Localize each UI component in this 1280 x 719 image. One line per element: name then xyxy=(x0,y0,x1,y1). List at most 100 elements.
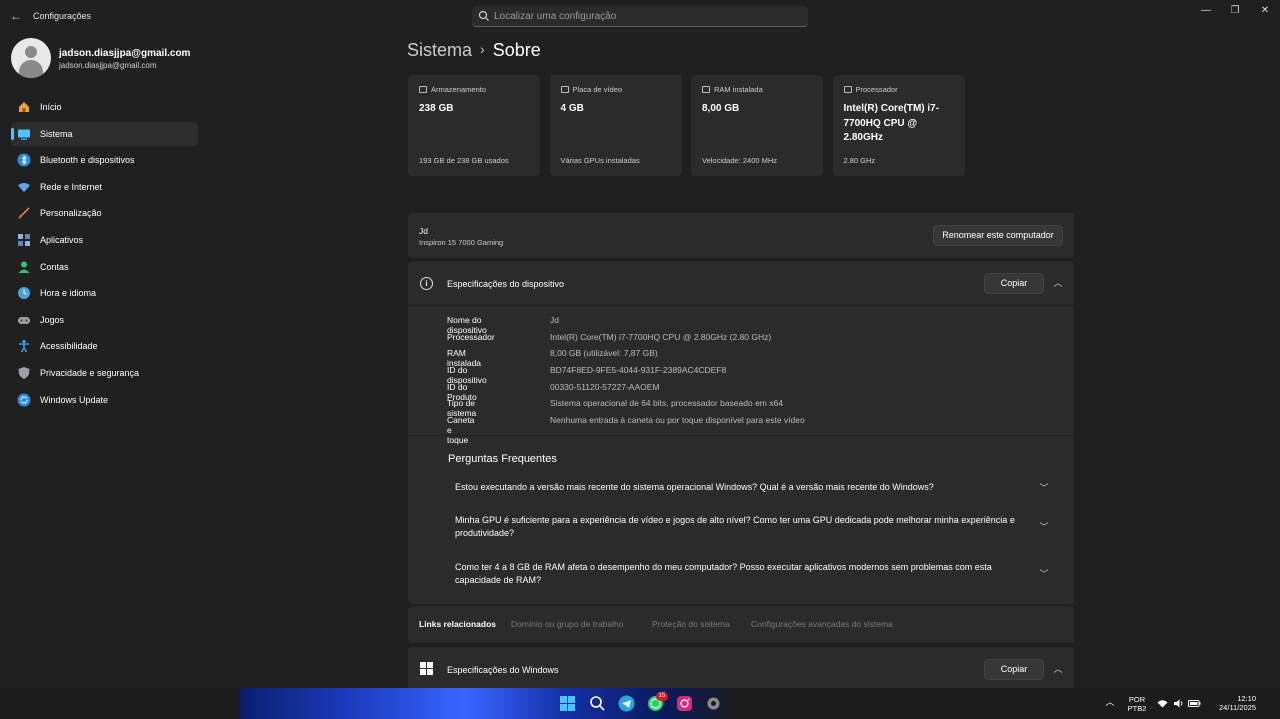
spec-label: Processador xyxy=(447,331,495,342)
spec-value: Jd xyxy=(550,315,559,325)
search-input[interactable] xyxy=(494,8,794,25)
ram-card[interactable]: RAM instalada 8,00 GB Velocidade: 2400 M… xyxy=(691,75,823,176)
storage-card[interactable]: Armazenamento 238 GB 193 GB de 238 GB us… xyxy=(408,75,540,176)
gpu-icon xyxy=(560,86,569,93)
app-title: Configurações xyxy=(33,11,92,21)
sidebar-item-label: Bluetooth e dispositivos xyxy=(40,155,135,166)
minimize-button[interactable]: — xyxy=(1196,4,1216,18)
spec-value: Sistema operacional de 64 bits, processa… xyxy=(550,398,783,409)
tray-overflow-chevron-icon[interactable]: ︿ xyxy=(1104,698,1116,707)
device-specs-header[interactable]: i Especificações do dispositivo Copiar ︿ xyxy=(408,261,1074,306)
sidebar-item-personalizacao[interactable]: Personalização xyxy=(11,201,198,225)
sidebar-item-label: Privacidade e segurança xyxy=(40,367,140,378)
battery-icon[interactable] xyxy=(1188,699,1201,708)
sidebar-item-label: Início xyxy=(40,102,62,112)
wifi-icon[interactable] xyxy=(1157,699,1168,708)
sidebar-nav: Início Sistema Bluetooth e dispositivos … xyxy=(11,95,198,414)
card-footer: 2.80 GHz xyxy=(843,156,876,165)
settings-gear-icon[interactable] xyxy=(705,695,722,712)
spec-value: 00330-51120-57227-AAOEM xyxy=(550,381,660,392)
cpu-icon xyxy=(843,86,852,93)
card-value: 4 GB xyxy=(560,103,584,114)
sidebar-item-label: Acessibilidade xyxy=(40,341,98,352)
clock-globe-icon xyxy=(18,287,30,300)
sidebar-item-bluetooth[interactable]: Bluetooth e dispositivos xyxy=(11,148,198,172)
maximize-button[interactable]: ❐ xyxy=(1225,4,1245,18)
chevron-up-icon[interactable]: ︿ xyxy=(1052,663,1064,675)
sidebar-item-hora-idioma[interactable]: Hora e idioma xyxy=(11,281,198,305)
gamepad-icon xyxy=(18,316,30,324)
computer-name-panel: Jd Inspiron 15 7000 Gaming Renomear este… xyxy=(408,213,1074,258)
card-value: Intel(R) Core(TM) i7-7700HQ CPU @ 2.80GH… xyxy=(843,103,940,143)
device-specs-panel: i Especificações do dispositivo Copiar ︿… xyxy=(408,261,1074,604)
chevron-down-icon[interactable]: ﹀ xyxy=(1038,520,1050,532)
computer-name: Jd xyxy=(419,226,428,236)
language-code: POR xyxy=(1128,695,1146,704)
sidebar-item-acessibilidade[interactable]: Acessibilidade xyxy=(11,334,198,358)
user-account[interactable]: jadson.diasjjpa@gmail.com jadson.diasjjp… xyxy=(11,38,201,78)
sidebar-item-label: Hora e idioma xyxy=(40,288,97,299)
spec-value: 8,00 GB (utilizável: 7,87 GB) xyxy=(550,348,658,359)
sidebar-item-windows-update[interactable]: Windows Update xyxy=(11,388,198,412)
copy-windows-specs-button[interactable]: Copiar xyxy=(984,659,1044,680)
card-footer: 193 GB de 238 GB usados xyxy=(419,156,509,165)
link-protecao-sistema[interactable]: Proteção do sistema xyxy=(652,619,729,629)
storage-icon xyxy=(419,86,427,93)
sidebar-item-label: Rede e Internet xyxy=(40,181,103,192)
faq-question[interactable]: Minha GPU é suficiente para a experiênci… xyxy=(455,514,1035,540)
card-heading: RAM instalada xyxy=(714,85,763,94)
cpu-card[interactable]: Processador Intel(R) Core(TM) i7-7700HQ … xyxy=(832,75,965,176)
sidebar-item-inicio[interactable]: Início xyxy=(11,95,198,119)
sidebar-item-jogos[interactable]: Jogos xyxy=(11,308,198,332)
spec-value: Nenhuma entrada à caneta ou por toque di… xyxy=(550,415,805,426)
sidebar-item-privacidade[interactable]: Privacidade e segurança xyxy=(11,361,198,385)
accounts-icon xyxy=(18,261,30,273)
sidebar-item-label: Personalização xyxy=(40,208,102,219)
card-heading: Armazenamento xyxy=(431,85,487,94)
chevron-down-icon[interactable]: ﹀ xyxy=(1038,567,1050,579)
link-dominio-grupo[interactable]: Domínio ou grupo de trabalho xyxy=(511,619,623,629)
taskbar: 15 ︿ POR PTB2 12:10 24/11/2025 xyxy=(0,688,1280,719)
back-arrow-icon[interactable]: ← xyxy=(8,8,24,24)
volume-icon[interactable] xyxy=(1173,699,1184,708)
close-button[interactable]: ✕ xyxy=(1255,4,1275,18)
spec-value: Intel(R) Core(TM) i7-7700HQ CPU @ 2.80GH… xyxy=(550,331,772,342)
clock-date: 24/11/2025 xyxy=(1219,703,1256,712)
breadcrumb-parent[interactable]: Sistema xyxy=(407,40,472,60)
computer-model: Inspiron 15 7000 Gaming xyxy=(419,238,504,247)
sidebar-item-aplicativos[interactable]: Aplicativos xyxy=(11,228,198,252)
card-footer: Várias GPUs instaladas xyxy=(560,156,640,165)
sidebar-item-rede[interactable]: Rede e Internet xyxy=(11,175,198,199)
chevron-down-icon[interactable]: ﹀ xyxy=(1038,481,1050,493)
sidebar-item-label: Jogos xyxy=(40,314,65,325)
related-links-panel: Links relacionados Domínio ou grupo de t… xyxy=(408,606,1074,643)
start-icon[interactable] xyxy=(559,695,576,712)
language-indicator[interactable]: POR PTB2 xyxy=(1124,695,1150,713)
clock[interactable]: 12:10 24/11/2025 xyxy=(1206,694,1256,712)
faq-question[interactable]: Estou executando a versão mais recente d… xyxy=(455,481,1035,494)
faq-section: Perguntas Frequentes Estou executando a … xyxy=(408,435,1074,605)
rename-computer-button[interactable]: Renomear este computador xyxy=(933,225,1063,246)
card-value: 8,00 GB xyxy=(702,103,740,114)
faq-question[interactable]: Como ter 4 a 8 GB de RAM afeta o desempe… xyxy=(455,561,1035,587)
sidebar-item-label: Contas xyxy=(40,261,69,272)
chevron-up-icon[interactable]: ︿ xyxy=(1052,277,1064,289)
sidebar-item-sistema[interactable]: Sistema xyxy=(11,121,198,146)
card-value: 238 GB xyxy=(419,103,454,114)
gpu-card[interactable]: Placa de vídeo 4 GB Várias GPUs instalad… xyxy=(549,75,682,176)
search-icon[interactable] xyxy=(589,695,606,712)
brush-icon xyxy=(18,207,30,219)
wifi-icon xyxy=(18,182,30,192)
telegram-icon[interactable] xyxy=(618,695,635,712)
user-email: jadson.diasjjpa@gmail.com xyxy=(59,61,157,70)
spec-value: BD74F8ED-9FE5-4044-931F-2389AC4CDEF8 xyxy=(550,365,727,376)
search-box[interactable] xyxy=(472,6,808,27)
breadcrumb-separator: › xyxy=(480,41,485,57)
sidebar-item-contas[interactable]: Contas xyxy=(11,255,198,279)
link-config-avancadas[interactable]: Configurações avançadas do sistema xyxy=(751,619,893,629)
instagram-icon[interactable] xyxy=(676,695,693,712)
clock-time: 12:10 xyxy=(1237,694,1256,703)
windows-logo-icon xyxy=(420,662,433,675)
copy-device-specs-button[interactable]: Copiar xyxy=(984,273,1044,294)
windows-specs-panel[interactable]: Especificações do Windows Copiar ︿ xyxy=(408,647,1074,689)
